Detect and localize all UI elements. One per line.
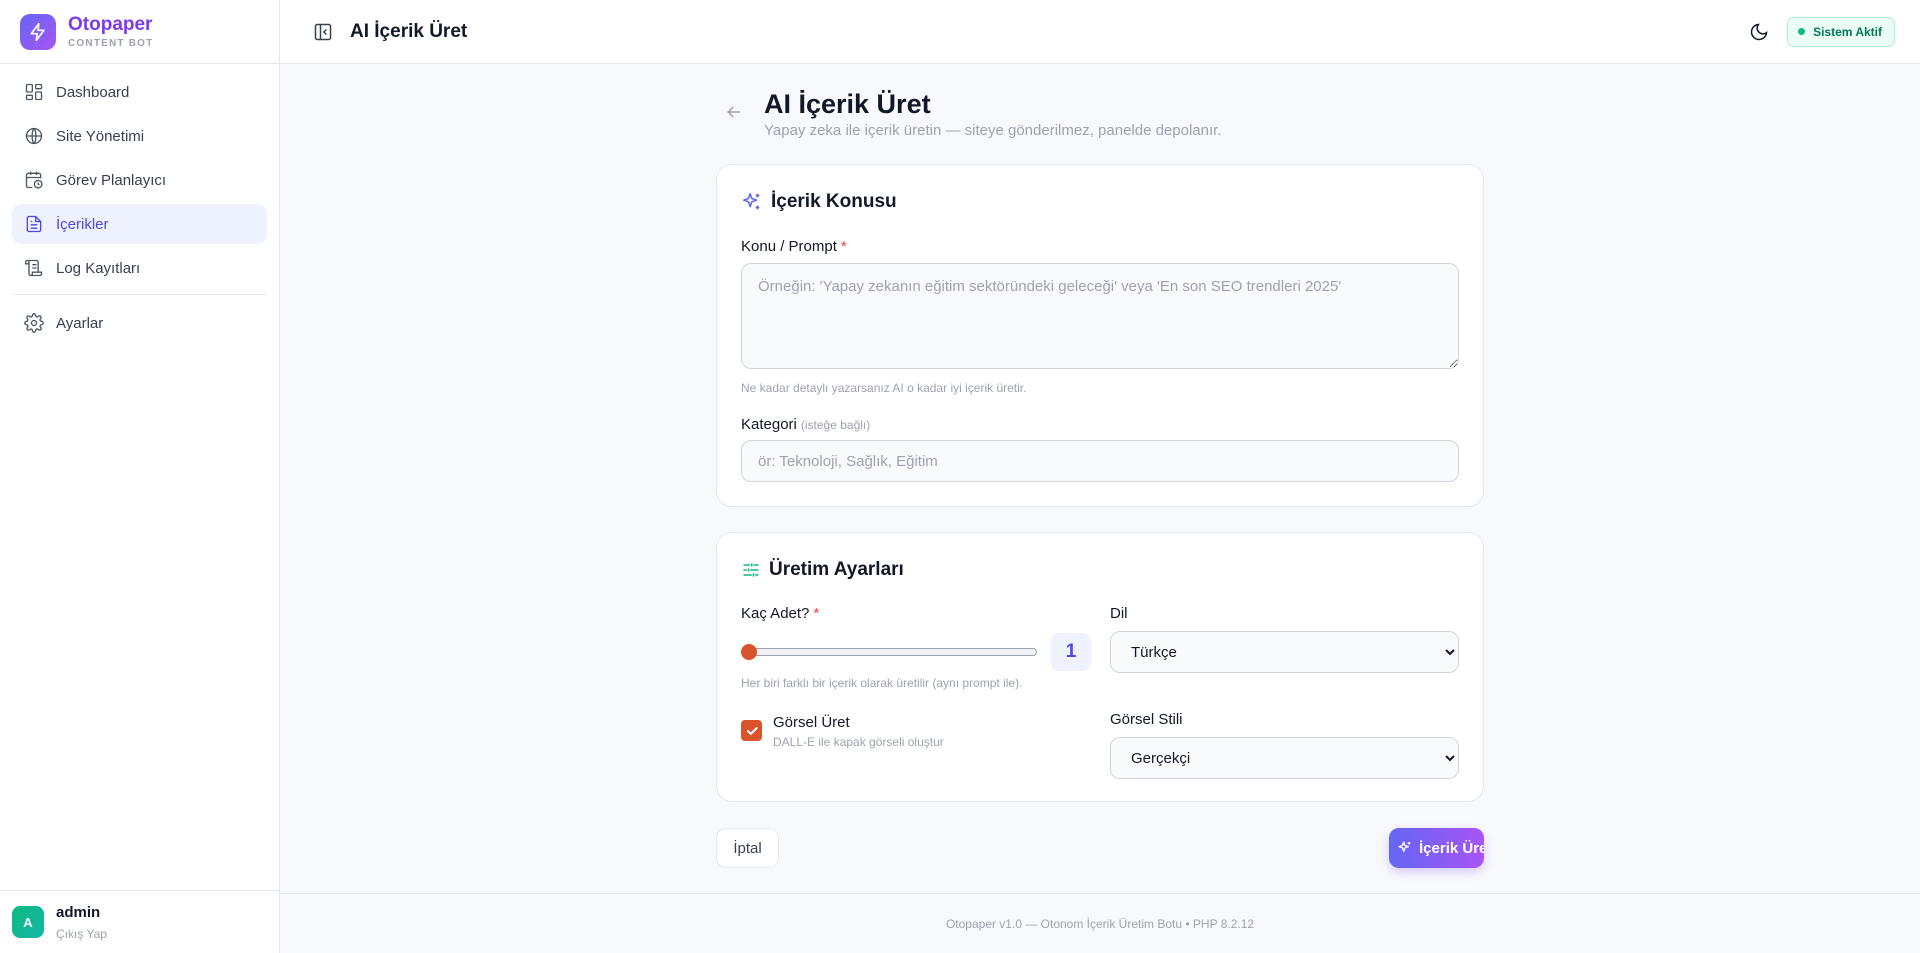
main-area: AI İçerik Üret Yapay zeka ile içerik üre…	[280, 64, 1920, 893]
category-label: Kategori (isteğe bağlı)	[741, 416, 871, 433]
sidebar-item-label: Site Yönetimi	[56, 127, 145, 145]
category-input[interactable]	[741, 440, 1459, 482]
language-select[interactable]: Türkçe	[1110, 631, 1459, 673]
generate-button[interactable]: İçerik Üret	[1389, 828, 1484, 868]
sidebar-item-settings[interactable]: Ayarlar	[12, 303, 267, 343]
theme-toggle-button[interactable]	[1747, 20, 1771, 44]
sidebar-item-dashboard[interactable]: Dashboard	[12, 72, 267, 112]
top-header: AI İçerik Üret Sistem Aktif	[280, 0, 1920, 64]
count-slider[interactable]	[743, 648, 1037, 656]
count-value: 1	[1051, 633, 1091, 671]
sidebar-item-contents[interactable]: İçerikler	[12, 204, 267, 244]
file-text-icon	[26, 215, 42, 233]
sliders-icon	[743, 563, 759, 577]
sidebar-item-label: Dashboard	[56, 83, 130, 101]
dashboard-icon	[25, 83, 43, 101]
prompt-label: Konu / Prompt *	[741, 238, 847, 255]
brand-subtitle: CONTENT BOT	[68, 38, 154, 49]
settings-card: Üretim Ayarları Kaç Adet? * 1 Her biri fa…	[716, 532, 1484, 802]
content-column: AI İçerik Üret Yapay zeka ile içerik üre…	[716, 64, 1484, 868]
prompt-textarea[interactable]	[741, 263, 1459, 369]
lightning-icon	[20, 13, 56, 50]
brand-name: Otopaper	[68, 14, 153, 35]
sidebar-divider	[12, 294, 267, 295]
settings-card-title: Üretim Ayarları	[741, 559, 904, 581]
logout-link[interactable]: Çıkış Yap	[56, 927, 107, 941]
globe-icon	[25, 127, 43, 145]
checkmark-icon	[746, 726, 758, 735]
count-label: Kaç Adet? *	[741, 605, 820, 622]
generate-button-label: İçerik Üret	[1419, 839, 1484, 857]
page-subtitle: Yapay zeka ile içerik üretin — siteye gö…	[764, 122, 1222, 139]
page-header: AI İçerik Üret Yapay zeka ile içerik üre…	[716, 64, 1484, 164]
footer-text: Otopaper v1.0 — Otonom İçerik Üretim Bot…	[945, 916, 1255, 931]
header-title: AI İçerik Üret	[350, 20, 468, 42]
sparkles-icon	[1398, 841, 1411, 852]
style-select[interactable]: Gerçekçi	[1110, 737, 1459, 779]
status-dot-icon	[1798, 28, 1806, 35]
count-slider-handle[interactable]	[741, 644, 757, 660]
moon-icon	[1750, 23, 1768, 40]
count-hint: Her biri farklı bir içerik olarak üretil…	[741, 676, 1023, 690]
topic-card: İçerik Konusu Konu / Prompt* Ne kadar de…	[716, 164, 1484, 507]
sparkles-icon	[742, 192, 760, 210]
generate-image-label: Görsel Üret	[773, 714, 850, 731]
status-badge: Sistem Aktif	[1787, 16, 1895, 47]
back-arrow-icon[interactable]	[724, 102, 744, 122]
sidebar-item-logs[interactable]: Log Kayıtları	[12, 248, 267, 288]
topic-card-title: İçerik Konusu	[741, 191, 897, 213]
page-title: AI İçerik Üret	[764, 89, 931, 119]
status-text: Sistem Aktif	[1813, 24, 1882, 39]
calendar-clock-icon	[25, 171, 43, 189]
generate-image-checkbox[interactable]	[741, 720, 762, 741]
sidebar-item-scheduler[interactable]: Görev Planlayıcı	[12, 160, 267, 200]
sidebar: Otopaper CONTENT BOT Dashboard Site Yöne…	[0, 0, 280, 953]
avatar: A	[12, 906, 44, 938]
sidebar-item-sites[interactable]: Site Yönetimi	[12, 116, 267, 156]
sidebar-item-label: Ayarlar	[56, 314, 104, 332]
brand[interactable]: Otopaper CONTENT BOT	[0, 0, 279, 64]
sidebar-collapse-icon	[314, 23, 332, 40]
language-label: Dil	[1110, 605, 1128, 622]
prompt-hint: Ne kadar detaylı yazarsanız AI o kadar i…	[741, 381, 1027, 395]
sidebar-nav: Dashboard Site Yönetimi Görev Planlayıcı…	[0, 64, 279, 343]
sidebar-item-label: Görev Planlayıcı	[56, 171, 167, 189]
sidebar-item-label: İçerikler	[56, 215, 109, 233]
user-panel: A admin Çıkış Yap	[0, 890, 279, 953]
cancel-button[interactable]: İptal	[716, 828, 779, 868]
style-label: Görsel Stili	[1110, 711, 1183, 728]
user-name: admin	[56, 903, 101, 921]
sidebar-item-label: Log Kayıtları	[56, 259, 141, 277]
generate-image-sub: DALL-E ile kapak görseli oluştur	[773, 735, 944, 749]
footer: Otopaper v1.0 — Otonom İçerik Üretim Bot…	[280, 893, 1920, 953]
sidebar-toggle-button[interactable]	[312, 21, 334, 43]
scroll-icon	[25, 259, 43, 277]
gear-icon	[24, 313, 44, 333]
